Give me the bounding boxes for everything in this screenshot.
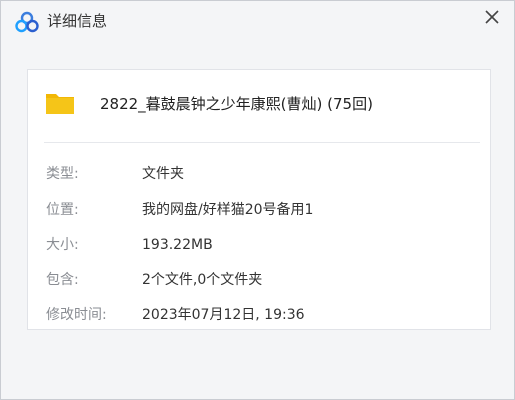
detail-row-size: 大小: 193.22MB xyxy=(28,235,490,255)
detail-value: 2023年07月12日, 19:36 xyxy=(142,307,305,323)
detail-label: 修改时间: xyxy=(46,307,107,323)
detail-label: 包含: xyxy=(46,272,79,288)
title-bar[interactable]: 详细信息 xyxy=(1,1,514,41)
detail-value: 文件夹 xyxy=(142,166,184,182)
detail-label: 大小: xyxy=(46,237,79,253)
details-panel: 2822_暮鼓晨钟之少年康熙(曹灿) (75回) 类型: 文件夹 位置: 我的网… xyxy=(27,69,491,330)
cloud-logo-icon xyxy=(15,11,39,33)
folder-icon xyxy=(46,94,74,114)
detail-label: 位置: xyxy=(46,202,79,218)
dialog-title: 详细信息 xyxy=(47,12,108,30)
details-dialog: 详细信息 2822_暮鼓晨钟之少年康熙(曹灿) (75回) 类型: 文件夹 位置… xyxy=(0,0,515,400)
close-icon[interactable] xyxy=(480,5,504,29)
detail-row-modified: 修改时间: 2023年07月12日, 19:36 xyxy=(28,305,490,325)
detail-label: 类型: xyxy=(46,166,79,182)
detail-value: 我的网盘/好样猫20号备用1 xyxy=(142,202,314,218)
detail-row-location: 位置: 我的网盘/好样猫20号备用1 xyxy=(28,200,490,220)
detail-row-type: 类型: 文件夹 xyxy=(28,164,490,184)
divider xyxy=(44,142,480,143)
file-header: 2822_暮鼓晨钟之少年康熙(曹灿) (75回) xyxy=(28,70,490,142)
detail-row-contains: 包含: 2个文件,0个文件夹 xyxy=(28,270,490,290)
file-name: 2822_暮鼓晨钟之少年康熙(曹灿) (75回) xyxy=(100,95,373,113)
detail-value: 2个文件,0个文件夹 xyxy=(142,272,263,288)
detail-value: 193.22MB xyxy=(142,237,213,253)
